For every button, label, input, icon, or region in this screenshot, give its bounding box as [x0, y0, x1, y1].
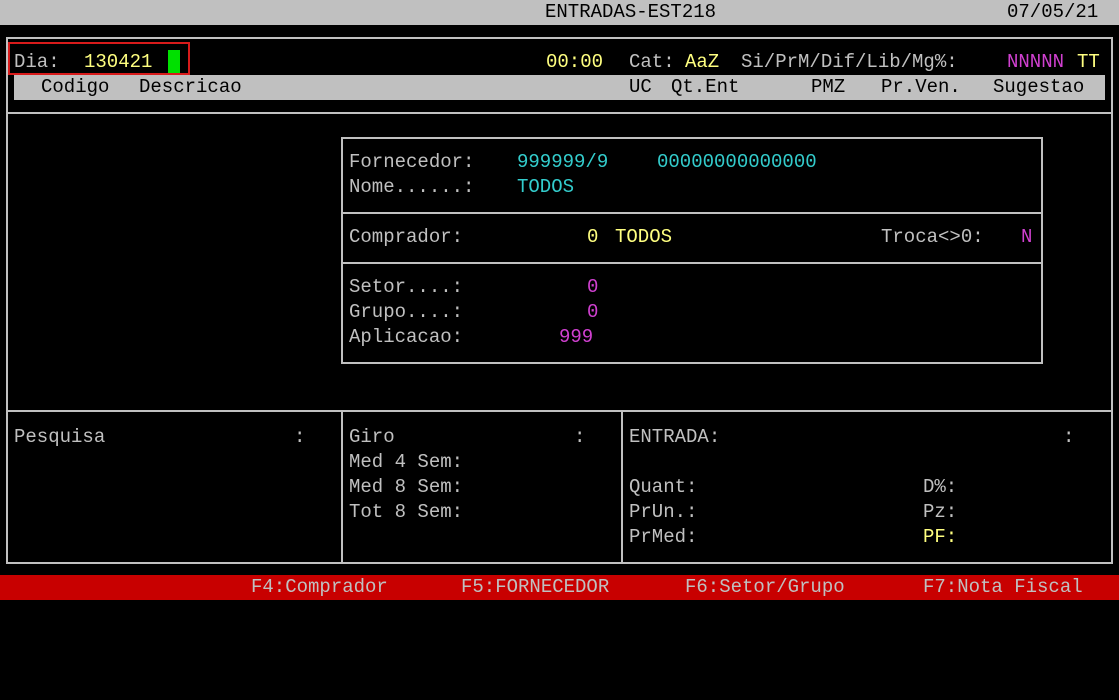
column-header-bar: Codigo Descricao UC Qt.Ent PMZ Pr.Ven. S… [14, 75, 1105, 100]
pesquisa-colon: : [294, 426, 306, 448]
grupo-label: Grupo....: [349, 301, 464, 323]
giro-colon: : [574, 426, 586, 448]
f7-nota-fiscal-key[interactable]: F7:Nota Fiscal [923, 575, 1083, 600]
col-uc: UC [629, 76, 652, 98]
fornecedor-doc: 00000000000000 [657, 151, 817, 173]
dpct-label: D%: [923, 476, 958, 498]
col-qt-ent: Qt.Ent [671, 76, 740, 98]
flags-label: Si/PrM/Dif/Lib/Mg%: [741, 51, 958, 73]
comprador-name: TODOS [615, 226, 673, 248]
nome-value: TODOS [517, 176, 575, 198]
aplicacao-value[interactable]: 999 [559, 325, 593, 350]
col-pmz: PMZ [811, 76, 846, 98]
grupo-value[interactable]: 0 [587, 300, 598, 325]
fornecedor-label: Fornecedor: [349, 151, 475, 173]
troca-value[interactable]: N [1021, 225, 1032, 250]
setor-value[interactable]: 0 [587, 275, 598, 300]
setor-label: Setor....: [349, 276, 464, 298]
med8-label: Med 8 Sem: [349, 476, 464, 498]
tot8-label: Tot 8 Sem: [349, 501, 464, 523]
giro-label: Giro [349, 426, 395, 448]
troca-label: Troca<>0: [881, 226, 984, 248]
dia-field-highlight [8, 42, 190, 75]
title-bar: ENTRADAS-EST218 07/05/21 [0, 0, 1119, 25]
header-divider [6, 112, 1113, 114]
nome-label: Nome......: [349, 176, 475, 198]
flags-value-t: TT [1077, 51, 1100, 73]
col-codigo: Codigo [41, 76, 110, 98]
entrada-colon: : [1063, 426, 1075, 448]
filter-divider-1 [341, 212, 1043, 214]
screen-date: 07/05/21 [1007, 1, 1099, 23]
cat-value: AaZ [685, 51, 720, 73]
col-pr-ven: Pr.Ven. [881, 76, 961, 98]
entrada-label: ENTRADA: [629, 426, 721, 448]
comprador-label: Comprador: [349, 226, 464, 248]
pesquisa-label: Pesquisa [14, 426, 106, 448]
flags-value-n: NNNNN [1007, 51, 1065, 73]
bottom-vdivider-2 [621, 410, 623, 564]
col-descricao: Descricao [139, 76, 242, 98]
f6-setor-grupo-key[interactable]: F6:Setor/Grupo [685, 575, 845, 600]
f5-fornecedor-key[interactable]: F5:FORNECEDOR [461, 575, 609, 600]
function-key-bar: F4:Comprador F5:FORNECEDOR F6:Setor/Grup… [0, 575, 1119, 600]
aplicacao-label: Aplicacao: [349, 326, 464, 348]
med4-label: Med 4 Sem: [349, 451, 464, 473]
comprador-code[interactable]: 0 [587, 225, 598, 250]
prmed-label: PrMed: [629, 526, 698, 548]
screen-title: ENTRADAS-EST218 [545, 1, 717, 23]
fornecedor-code[interactable]: 999999/9 [517, 150, 608, 175]
cat-label: Cat: [629, 51, 675, 73]
bottom-divider [6, 410, 1113, 412]
prun-label: PrUn.: [629, 501, 698, 523]
pf-label: PF: [923, 526, 958, 548]
bottom-vdivider-1 [341, 410, 343, 564]
filter-divider-2 [341, 262, 1043, 264]
col-sugestao: Sugestao [993, 76, 1085, 98]
time-value: 00:00 [546, 51, 604, 73]
pz-label: Pz: [923, 501, 958, 523]
f4-comprador-key[interactable]: F4:Comprador [251, 575, 388, 600]
quant-label: Quant: [629, 476, 698, 498]
